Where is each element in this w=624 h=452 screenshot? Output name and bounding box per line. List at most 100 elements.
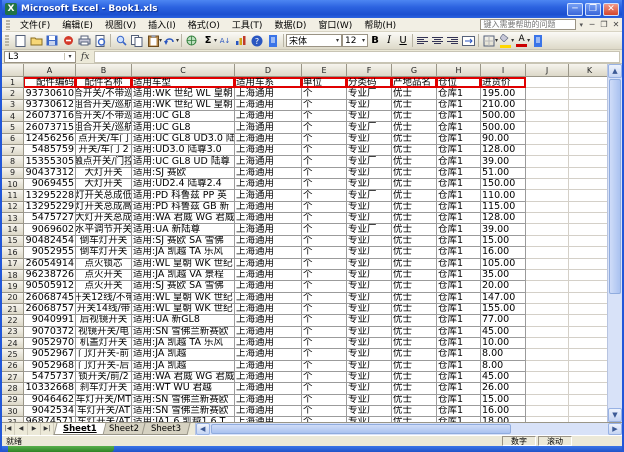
cell[interactable] (569, 338, 607, 349)
cell[interactable]: 个 (302, 383, 347, 394)
vertical-scroll-thumb[interactable] (609, 79, 621, 294)
menu-drag-grip[interactable] (6, 20, 10, 30)
cell[interactable] (569, 168, 607, 179)
cell[interactable]: 仓库1 (437, 168, 481, 179)
row-number[interactable]: 3 (2, 100, 24, 111)
cell[interactable]: 专业厂 (347, 406, 392, 417)
cell[interactable]: 90482454 (24, 236, 76, 247)
cell[interactable]: 适用:UC GL8 UD 陆尊 (132, 156, 235, 167)
cell[interactable]: 开关/车门 2 (76, 145, 132, 156)
cell[interactable] (569, 111, 607, 122)
name-box[interactable]: L3 ▾ (4, 51, 76, 63)
cell[interactable]: 26073716 (24, 111, 76, 122)
column-header-G[interactable]: G (392, 64, 437, 77)
cell[interactable]: 上海通用 (235, 372, 302, 383)
cell[interactable]: 仓库1 (437, 224, 481, 235)
cell[interactable]: 适用:SN 雪佛兰新赛欧 (132, 327, 235, 338)
tab-next-icon[interactable]: ▶ (28, 423, 41, 435)
cell[interactable] (526, 406, 569, 417)
merge-center-button[interactable] (460, 33, 476, 48)
cell[interactable] (526, 327, 569, 338)
cell[interactable]: 45.00 (481, 327, 526, 338)
cell[interactable] (569, 179, 607, 190)
scroll-down-icon[interactable]: ▼ (608, 408, 622, 422)
cell[interactable] (526, 349, 569, 360)
cell[interactable]: 26073715 (24, 122, 76, 133)
cell[interactable]: 个 (302, 406, 347, 417)
cell[interactable] (526, 372, 569, 383)
open-folder-icon[interactable] (28, 33, 44, 48)
cell[interactable]: 专业厂 (347, 372, 392, 383)
cell[interactable]: 93730610 (24, 88, 76, 99)
cell[interactable]: 车灯开关/AT (76, 406, 132, 417)
cell[interactable]: 仓库1 (437, 395, 481, 406)
cell[interactable]: 专业厂 (347, 236, 392, 247)
cell[interactable]: 9052968 (24, 361, 76, 372)
row-number[interactable]: 20 (2, 293, 24, 304)
cell[interactable]: 110.00 (481, 190, 526, 201)
cell[interactable]: 适用:UA 新陆尊 (132, 224, 235, 235)
cell[interactable]: 专业厂 (347, 315, 392, 326)
horizontal-scroll-thumb[interactable] (211, 424, 511, 434)
row-number[interactable]: 22 (2, 315, 24, 326)
minimize-button[interactable]: ─ (567, 3, 583, 16)
cell[interactable]: 155.00 (481, 304, 526, 315)
cell[interactable]: 上海通用 (235, 349, 302, 360)
cell[interactable]: 倒车灯开关 (76, 236, 132, 247)
cell[interactable]: 专业厂 (347, 395, 392, 406)
cell[interactable]: 适用:WA 君威 WG 君威 (132, 213, 235, 224)
column-header-E[interactable]: E (302, 64, 347, 77)
cell[interactable]: 适用:JA 凯越 VA 景程 (132, 270, 235, 281)
cell[interactable]: 上海通用 (235, 293, 302, 304)
cell[interactable]: 12456256 (24, 134, 76, 145)
cell[interactable]: 适用:JA 凯越 TA 乐风 (132, 247, 235, 258)
cell[interactable]: 优士 (392, 213, 437, 224)
cell[interactable]: 9052955 (24, 247, 76, 258)
cell[interactable]: 优士 (392, 270, 437, 281)
cell[interactable]: 上海通用 (235, 213, 302, 224)
cell[interactable]: 优士 (392, 349, 437, 360)
cell[interactable] (526, 270, 569, 281)
cell[interactable]: 专业厂 (347, 383, 392, 394)
cell[interactable]: 优士 (392, 100, 437, 111)
cell[interactable]: 专业厂 (347, 168, 392, 179)
cell[interactable]: 上海通用 (235, 236, 302, 247)
cell[interactable]: 开关14线/带 (76, 304, 132, 315)
cell[interactable] (569, 236, 607, 247)
cell[interactable]: 个 (302, 417, 347, 422)
cell[interactable]: 适用:WK 世纪 WL 皇朝 (132, 88, 235, 99)
close-button[interactable]: ✕ (603, 3, 619, 16)
cell[interactable]: 优士 (392, 236, 437, 247)
tab-last-icon[interactable]: ▶| (41, 423, 54, 435)
column-header-I[interactable]: I (481, 64, 526, 77)
cell[interactable]: 优士 (392, 304, 437, 315)
cell[interactable]: 点开关/车门 (76, 134, 132, 145)
cell[interactable]: 适用:WL 皇朝 WK 世纪 (132, 304, 235, 315)
cell[interactable]: 仓库1 (437, 304, 481, 315)
cell[interactable]: 合开关/不带巡 (76, 88, 132, 99)
row-number[interactable]: 30 (2, 406, 24, 417)
select-all-corner[interactable] (2, 64, 24, 77)
cell[interactable] (569, 100, 607, 111)
cell[interactable]: 仓库1 (437, 190, 481, 201)
cell[interactable]: 仓库1 (437, 406, 481, 417)
menu-insert[interactable]: 插入(I) (142, 18, 182, 31)
cell[interactable]: 适用:SN 雪佛兰新赛欧 (132, 395, 235, 406)
cell[interactable] (569, 190, 607, 201)
cell[interactable]: 77.00 (481, 315, 526, 326)
row-number[interactable]: 25 (2, 349, 24, 360)
cell[interactable]: 适用:UC GL8 UD3.0 陆 (132, 134, 235, 145)
sheet-tab-sheet1[interactable]: Sheet1 (54, 423, 107, 435)
cell[interactable]: 个 (302, 349, 347, 360)
cell[interactable]: 灯开关总成低 (76, 190, 132, 201)
row-number[interactable]: 31 (2, 417, 24, 422)
cell[interactable]: 个 (302, 134, 347, 145)
cell[interactable]: 合开关/不带巡 (76, 111, 132, 122)
cell[interactable]: 专业厂 (347, 190, 392, 201)
cell[interactable]: 仓库1 (437, 315, 481, 326)
cell[interactable]: 优士 (392, 293, 437, 304)
row-number[interactable]: 12 (2, 202, 24, 213)
cell[interactable]: 适用:JA1.6 凯越1.6 T (132, 417, 235, 422)
cell[interactable] (569, 77, 607, 88)
help-icon[interactable]: ? (249, 33, 265, 48)
